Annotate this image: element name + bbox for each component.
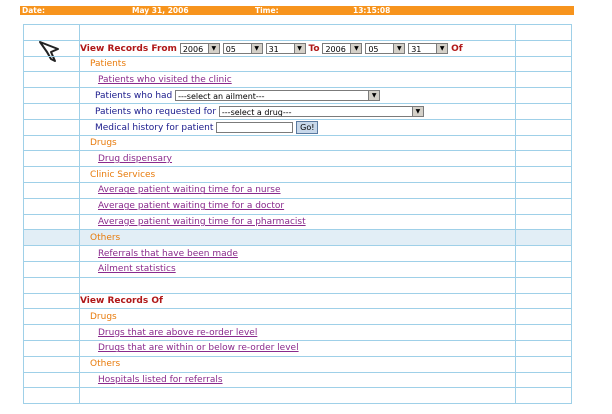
to-year-select[interactable]: 2006 ▼: [322, 42, 363, 54]
header-bar: Date: May 31, 2006 Time: 13:15:08: [20, 6, 574, 15]
patients-had-label: Patients who had: [95, 91, 173, 102]
clinic-services-heading: Clinic Services: [90, 169, 156, 180]
medical-history-label: Medical history for patient: [95, 122, 214, 133]
view-of-others-heading: Others: [90, 359, 121, 370]
drug-select[interactable]: ---select a drug--- ▼: [218, 105, 424, 117]
doctor-wait-link[interactable]: Average patient waiting time for a docto…: [98, 201, 284, 211]
ailment-select[interactable]: ---select an ailment--- ▼: [175, 90, 381, 102]
view-of-label: View Records Of: [80, 295, 163, 306]
pharmacist-wait-link[interactable]: Average patient waiting time for a pharm…: [98, 217, 306, 227]
to-label: To: [308, 43, 320, 54]
time-label: Time:: [255, 6, 279, 15]
drugs-heading: Drugs: [90, 137, 117, 148]
patients-requested-label: Patients who requested for: [95, 106, 217, 117]
above-reorder-link[interactable]: Drugs that are above re-order level: [98, 328, 257, 338]
time-value: 13:15:08: [353, 6, 391, 15]
referrals-link[interactable]: Referrals that have been made: [98, 249, 238, 259]
date-value: May 31, 2006: [132, 6, 189, 15]
others-heading: Others: [90, 232, 121, 243]
chevron-down-icon: ▼: [393, 43, 405, 53]
below-reorder-link[interactable]: Drugs that are within or below re-order …: [98, 343, 299, 353]
nurse-wait-link[interactable]: Average patient waiting time for a nurse: [98, 185, 281, 195]
from-day-select[interactable]: 31 ▼: [265, 42, 306, 54]
date-label: Date:: [22, 6, 45, 15]
patients-heading: Patients: [90, 58, 127, 69]
chevron-down-icon: ▼: [250, 43, 262, 53]
go-button[interactable]: Go!: [296, 120, 319, 134]
patient-id-input[interactable]: [216, 121, 294, 133]
chevron-down-icon: ▼: [293, 43, 305, 53]
chevron-down-icon: ▼: [436, 43, 448, 53]
of-label: Of: [451, 43, 463, 54]
chevron-down-icon: ▼: [411, 106, 423, 116]
records-table: View Records From 2006 ▼ 05 ▼ 31 ▼ To 2006 ▼…: [23, 24, 572, 405]
from-month-select[interactable]: 05 ▼: [222, 42, 263, 54]
to-day-select[interactable]: 31 ▼: [408, 42, 449, 54]
chevron-down-icon: ▼: [368, 91, 380, 101]
view-of-drugs-heading: Drugs: [90, 311, 117, 322]
chevron-down-icon: ▼: [207, 43, 219, 53]
patients-visited-link[interactable]: Patients who visited the clinic: [98, 75, 232, 85]
drug-dispensary-link[interactable]: Drug dispensary: [98, 154, 172, 164]
ailment-statistics-link[interactable]: Ailment statistics: [98, 264, 176, 274]
view-from-label: View Records From: [80, 43, 177, 54]
hospitals-referrals-link[interactable]: Hospitals listed for referrals: [98, 375, 223, 385]
to-month-select[interactable]: 05 ▼: [365, 42, 406, 54]
from-year-select[interactable]: 2006 ▼: [179, 42, 220, 54]
view-from-row: View Records From 2006 ▼ 05 ▼ 31 ▼ To 2006 ▼…: [79, 39, 516, 57]
chevron-down-icon: ▼: [350, 43, 362, 53]
